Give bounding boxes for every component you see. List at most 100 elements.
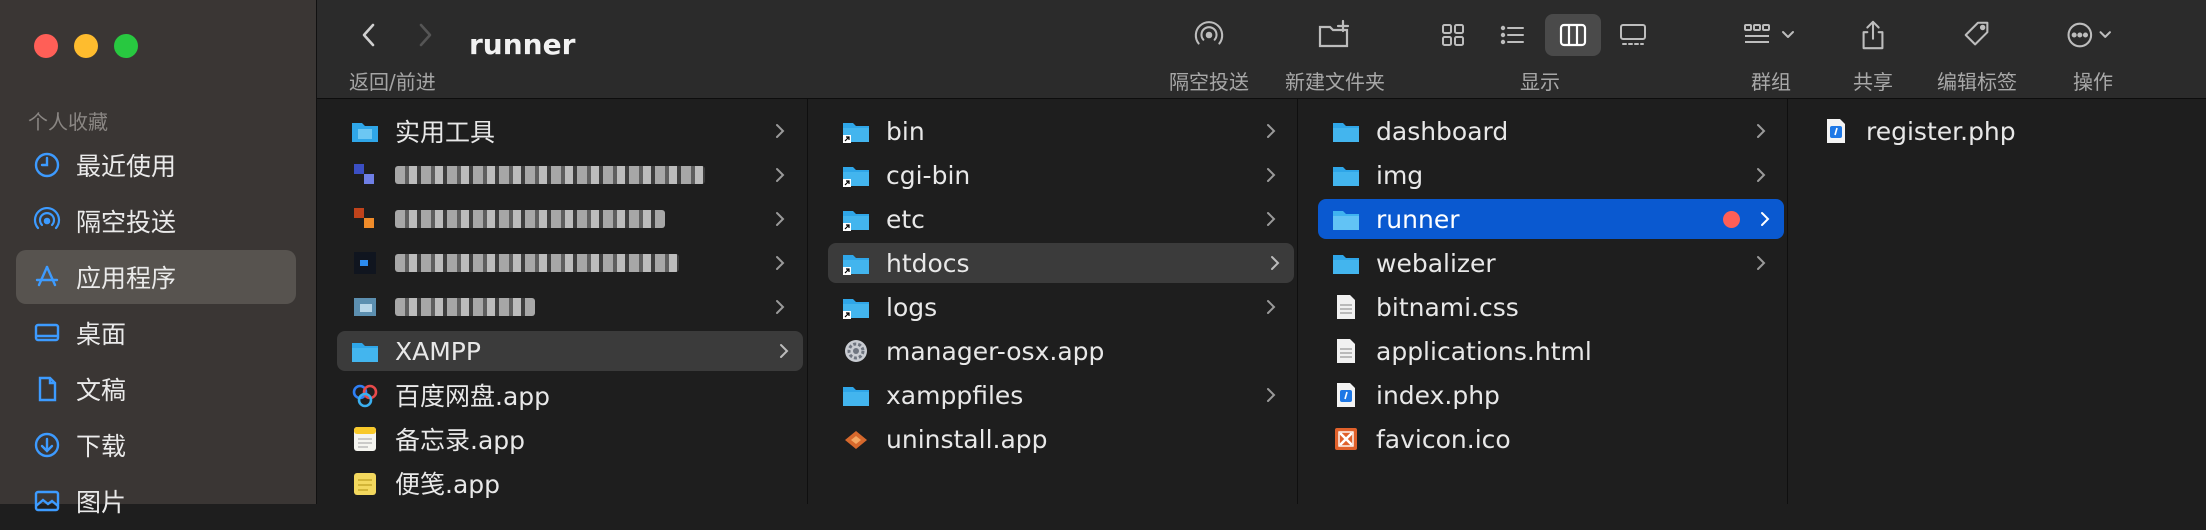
item-label: etc [886, 204, 925, 234]
sidebar-item-recents[interactable]: 最近使用 [16, 138, 296, 192]
list-item[interactable]: 百度网盘.app [337, 375, 799, 415]
sidebar-item-applications[interactable]: 应用程序 [16, 250, 296, 304]
red-tag-dot [1723, 211, 1740, 228]
list-item[interactable]: uninstall.app [828, 419, 1290, 459]
item-label: htdocs [886, 248, 970, 278]
item-label: bin [886, 116, 925, 146]
list-item[interactable]: 实用工具 [337, 111, 799, 151]
list-item[interactable]: dashboard [1318, 111, 1780, 151]
column-applications: 实用工具 XAMPP 百度网盘.app 备忘录.app 便笺.app [317, 99, 808, 504]
item-label: logs [886, 292, 938, 322]
item-label: xamppfiles [886, 380, 1024, 410]
php-file-icon [1820, 115, 1852, 147]
item-label: manager-osx.app [886, 336, 1105, 366]
folder-icon [840, 379, 872, 411]
sidebar-item-airdrop[interactable]: 隔空投送 [16, 194, 296, 248]
list-item-redacted[interactable] [337, 155, 799, 195]
minimize-button[interactable] [74, 34, 98, 58]
list-item[interactable]: etc [828, 199, 1290, 239]
notes-icon [349, 423, 381, 455]
list-item[interactable]: applications.html [1318, 331, 1780, 371]
list-item[interactable]: register.php [1808, 111, 2198, 151]
columns-icon [1559, 23, 1587, 47]
list-item[interactable]: favicon.ico [1318, 419, 1780, 459]
back-icon[interactable] [355, 18, 383, 52]
list-item[interactable]: bitnami.css [1318, 287, 1780, 327]
list-item[interactable]: logs [828, 287, 1290, 327]
item-label: bitnami.css [1376, 292, 1519, 322]
sidebar-item-label: 图片 [76, 488, 127, 517]
new-folder-icon [1318, 19, 1350, 48]
item-label: 备忘录.app [395, 426, 526, 455]
chevron-right-icon [1757, 256, 1766, 270]
tag-icon [1964, 21, 1989, 46]
list-item[interactable]: 便笺.app [337, 463, 799, 503]
picture-icon [32, 486, 62, 516]
chevron-right-icon [776, 124, 785, 138]
item-label: cgi-bin [886, 160, 971, 190]
forward-icon[interactable] [411, 18, 439, 52]
view-switcher [1425, 14, 1661, 56]
grid-icon [1442, 24, 1464, 46]
app-icon [349, 247, 381, 279]
chevron-right-icon [776, 212, 785, 226]
desktop-icon [32, 318, 62, 348]
column-runner: register.php [1788, 99, 2206, 504]
share-button[interactable]: 共享 [1853, 14, 1893, 95]
list-item-selected[interactable]: runner [1318, 199, 1784, 239]
list-item[interactable]: cgi-bin [828, 155, 1290, 195]
css-file-icon [1330, 291, 1362, 323]
list-item[interactable]: webalizer [1318, 243, 1780, 283]
zoom-button[interactable] [114, 34, 138, 58]
list-item[interactable]: bin [828, 111, 1290, 151]
folder-alias-icon [840, 115, 872, 147]
sidebar-item-documents[interactable]: 文稿 [16, 362, 296, 416]
list-item[interactable]: 备忘录.app [337, 419, 799, 459]
folder-icon [1330, 159, 1362, 191]
list-item[interactable]: xamppfiles [828, 375, 1290, 415]
sidebar: 个人收藏 最近使用 隔空投送 应用程序 桌面 文稿 下载 图片 [0, 0, 317, 517]
item-label: index.php [1376, 380, 1500, 410]
new-folder-button[interactable]: 新建文件夹 [1285, 14, 1385, 95]
column-htdocs: dashboard img runner webalizer bitnami.c… [1298, 99, 1788, 504]
sidebar-item-desktop[interactable]: 桌面 [16, 306, 296, 360]
group-button[interactable]: 群组 [1741, 14, 1801, 95]
sidebar-item-label: 桌面 [76, 320, 127, 349]
edit-tags-button[interactable]: 编辑标签 [1937, 14, 2017, 95]
item-label: runner [1376, 204, 1460, 234]
list-item[interactable]: manager-osx.app [828, 331, 1290, 371]
share-icon [1862, 20, 1884, 50]
window-title: runner [469, 28, 576, 61]
html-file-icon [1330, 335, 1362, 367]
list-item-redacted[interactable] [337, 287, 799, 327]
item-label: register.php [1866, 116, 2016, 146]
gallery-view-button[interactable] [1605, 14, 1661, 56]
list-item-redacted[interactable] [337, 199, 799, 239]
nav-arrows [355, 18, 439, 52]
list-item[interactable]: img [1318, 155, 1780, 195]
list-item[interactable]: XAMPP [337, 331, 803, 371]
action-button[interactable]: 操作 [2063, 14, 2123, 95]
sidebar-item-pictures[interactable]: 图片 [16, 474, 296, 528]
sidebar-item-label: 最近使用 [76, 152, 177, 181]
list-view-button[interactable] [1485, 14, 1541, 56]
chevron-right-icon [1267, 168, 1276, 182]
list-item-redacted[interactable] [337, 243, 799, 283]
list-item[interactable]: index.php [1318, 375, 1780, 415]
sidebar-item-label: 文稿 [76, 376, 127, 405]
airdrop-icon [32, 206, 62, 236]
column-view-button[interactable] [1545, 14, 1601, 56]
airdrop-button[interactable]: 隔空投送 [1169, 14, 1249, 95]
edit-tags-label: 编辑标签 [1937, 70, 2017, 94]
list-item[interactable]: htdocs [828, 243, 1294, 283]
item-label: 便笺.app [395, 470, 501, 499]
close-button[interactable] [34, 34, 58, 58]
chevron-right-icon [1271, 256, 1280, 270]
folder-icon [1330, 203, 1362, 235]
window-controls [34, 34, 138, 58]
item-label: 百度网盘.app [395, 382, 551, 411]
icon-view-button[interactable] [1425, 14, 1481, 56]
gear-app-icon [840, 335, 872, 367]
sidebar-section-favorites: 个人收藏 [28, 110, 108, 134]
sidebar-item-downloads[interactable]: 下载 [16, 418, 296, 472]
